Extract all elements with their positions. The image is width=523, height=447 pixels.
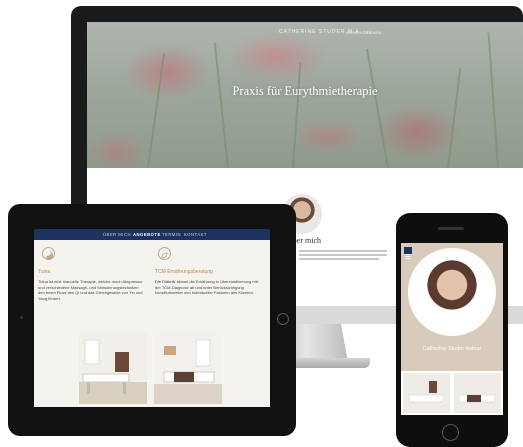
offer-text-tuina: Tuina ist eine manuelle Therapie, welche… (38, 279, 143, 301)
treatment-room-photo (154, 332, 222, 404)
nav-item-angebote[interactable]: ANGEBOTE (133, 232, 161, 237)
text-line (299, 254, 387, 256)
text-line (299, 258, 379, 260)
text-line (299, 250, 387, 252)
nav-item-termin[interactable]: TERMIN (363, 30, 381, 35)
yin-yang-icon (42, 247, 55, 260)
iphone-screen: Catherine Studer Asfour (401, 243, 503, 415)
iphone-speaker (438, 227, 464, 230)
nav-item-ueber-mich[interactable]: ÜBER MICH (103, 232, 131, 237)
offer-text-ernaehrung: Die Diätetik stimmt die Ernährung in Übe… (155, 279, 258, 296)
nav-item-kontakt[interactable]: KONTAKT (184, 232, 207, 237)
leaf-icon (158, 247, 171, 260)
ipad-home-button[interactable] (277, 313, 289, 325)
profile-name: Catherine Studer Asfour (422, 346, 482, 352)
hero-title: Praxis für Eurythmietherapie (232, 84, 378, 98)
hamburger-menu-icon[interactable] (404, 247, 412, 259)
offer-title-tuina: Tuina (38, 269, 51, 275)
offer-title-ernaehrung: TCM Ernährungsberatung (155, 269, 213, 275)
portrait-photo (408, 248, 496, 336)
nav-item-termin[interactable]: TERMIN (162, 232, 181, 237)
photo-strip (401, 371, 503, 415)
treatment-room-photo (79, 332, 147, 404)
iphone-home-button[interactable] (442, 424, 459, 441)
ipad-screen: ÜBER MICH ANGEBOTE TERMIN KONTAKT Tuina … (34, 229, 270, 407)
ipad-camera (20, 316, 23, 319)
